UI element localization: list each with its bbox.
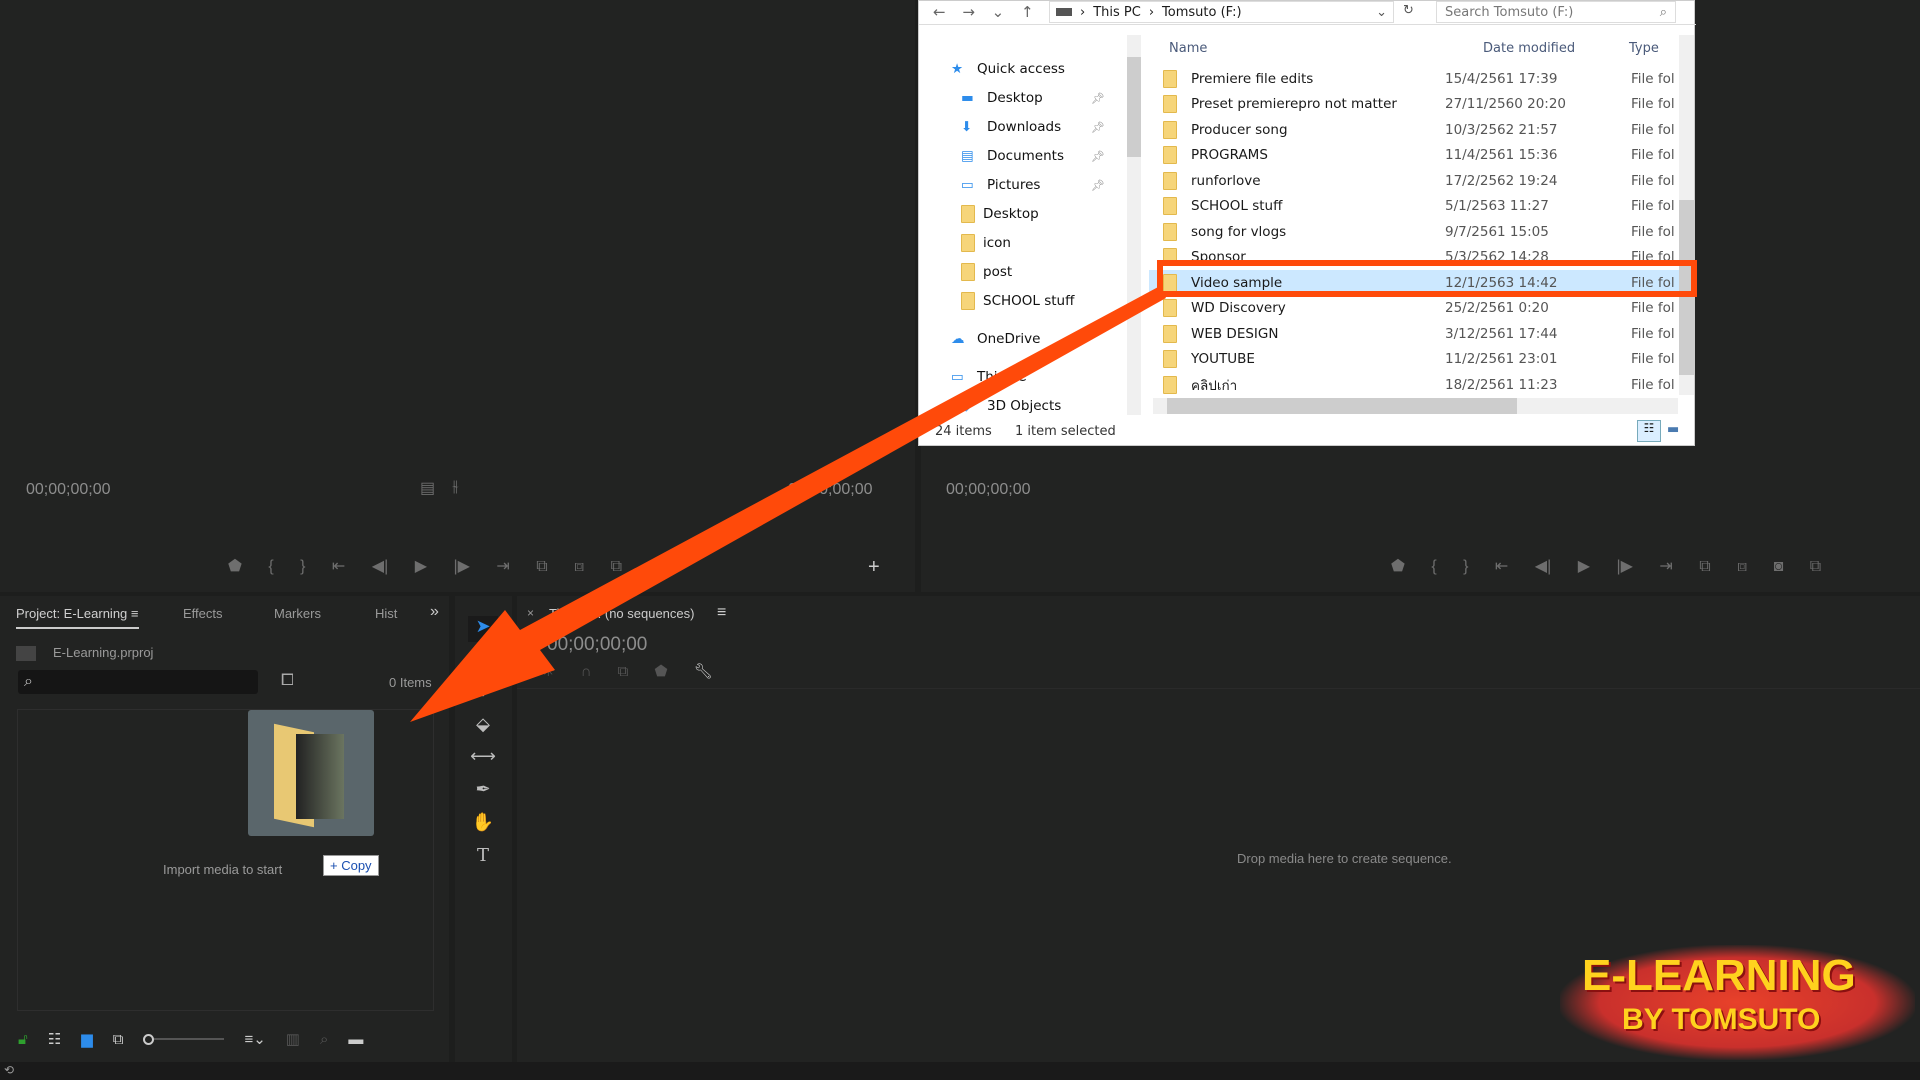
- watermark-logo: E-LEARNING BY TOMSUTO: [1560, 945, 1915, 1060]
- watermark-line2: BY TOMSUTO: [1622, 1003, 1821, 1036]
- drag-arrow: [410, 286, 1166, 722]
- watermark-line1: E-LEARNING: [1582, 951, 1856, 1000]
- drag-arrow-shape: [410, 286, 1166, 722]
